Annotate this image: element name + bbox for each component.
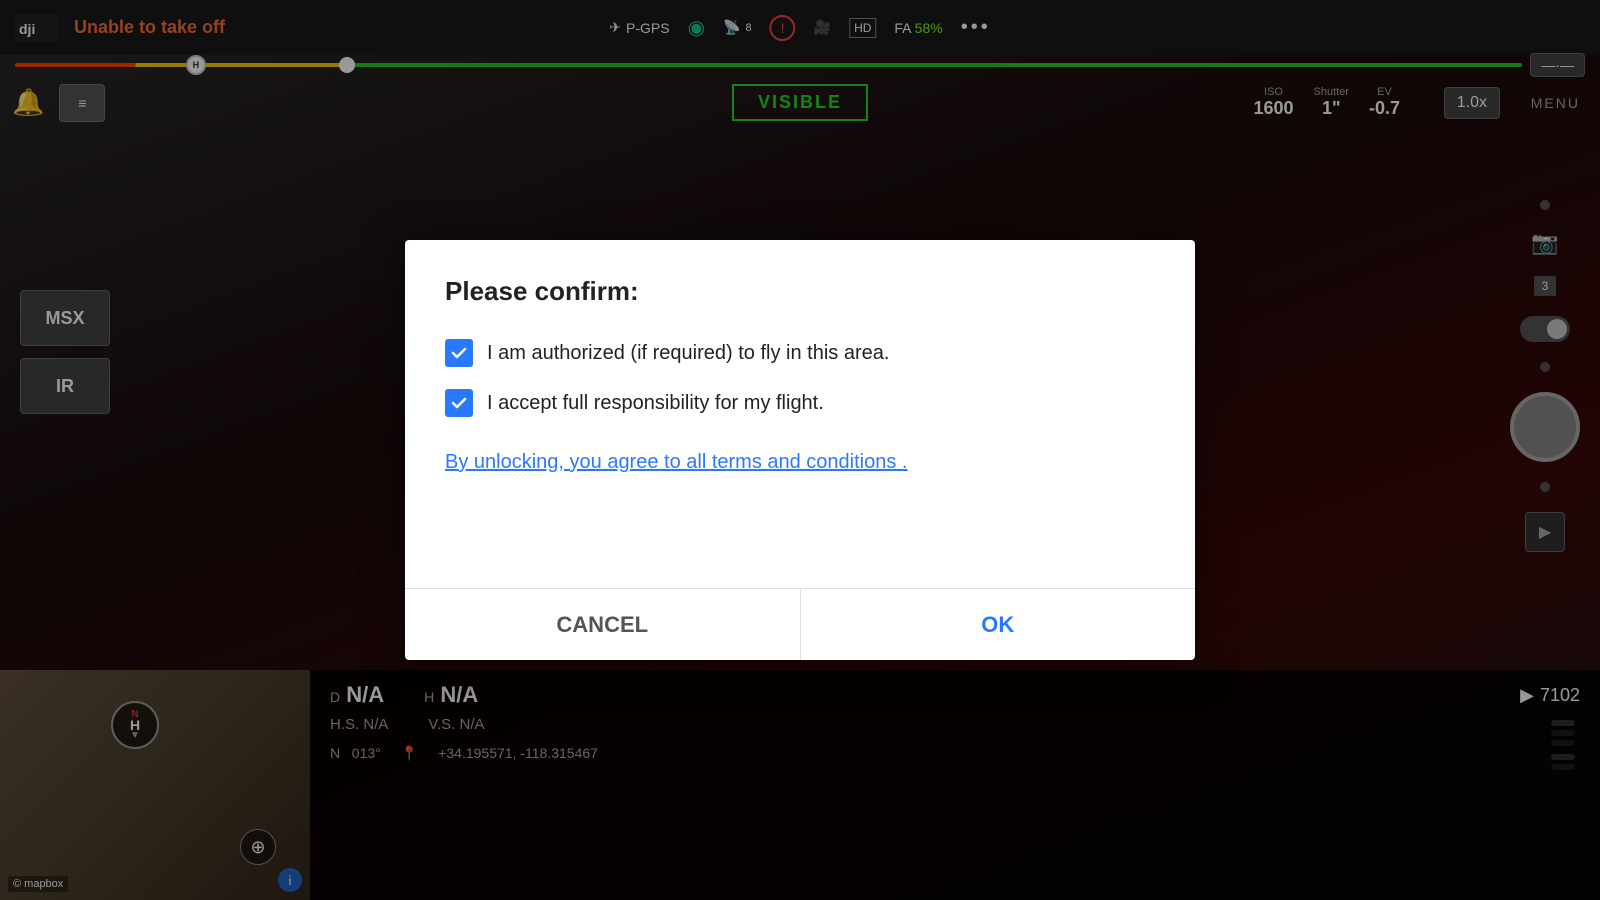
ok-button[interactable]: OK (801, 589, 1196, 660)
checkbox-1[interactable] (445, 339, 473, 367)
terms-link[interactable]: By unlocking, you agree to all terms and… (445, 451, 907, 474)
modal-overlay: Please confirm: I am authorized (if requ… (0, 0, 1600, 900)
dialog-title: Please confirm: (445, 276, 1155, 307)
dialog-body: Please confirm: I am authorized (if requ… (405, 240, 1195, 588)
checkbox-row-1: I am authorized (if required) to fly in … (445, 339, 1155, 367)
cancel-button[interactable]: CANCEL (405, 589, 801, 660)
checkbox-2[interactable] (445, 389, 473, 417)
checkmark-1-icon (450, 344, 468, 362)
checkbox-2-label: I accept full responsibility for my flig… (487, 392, 824, 415)
confirm-dialog: Please confirm: I am authorized (if requ… (405, 240, 1195, 660)
dialog-footer: CANCEL OK (405, 588, 1195, 660)
checkbox-row-2: I accept full responsibility for my flig… (445, 389, 1155, 417)
checkmark-2-icon (450, 394, 468, 412)
checkbox-1-label: I am authorized (if required) to fly in … (487, 342, 889, 365)
